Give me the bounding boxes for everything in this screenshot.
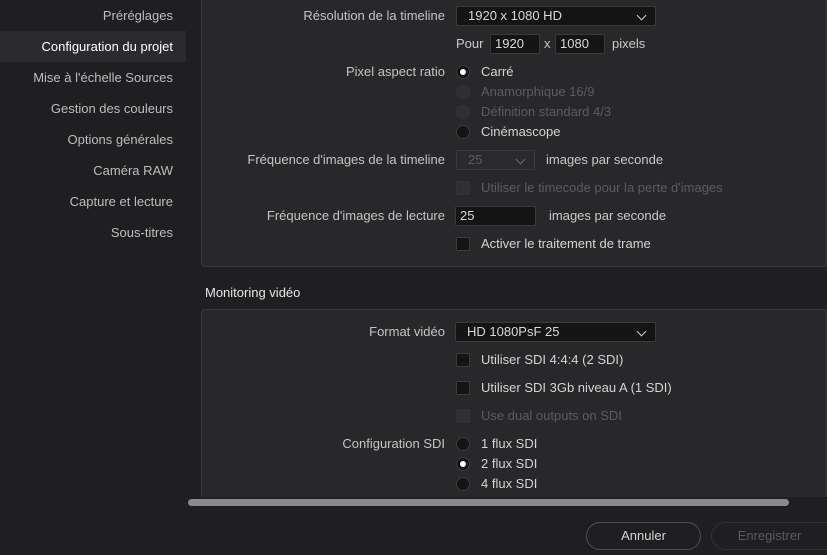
sidebar-item-source-scaling[interactable]: Mise à l'échelle Sources <box>0 62 186 93</box>
sdi-2-stream-radio[interactable] <box>456 457 470 471</box>
par-square-radio[interactable] <box>456 65 470 79</box>
sdi3g-label: Utiliser SDI 3Gb niveau A (1 SDI) <box>481 380 672 395</box>
timeline-fps-label: Fréquence d'images de la timeline <box>247 152 445 167</box>
playback-fps-row: Fréquence d'images de lecture 25 images … <box>202 206 827 226</box>
dual-output-label: Use dual outputs on SDI <box>481 408 622 423</box>
height-input[interactable]: 1080 <box>555 34 605 54</box>
playback-fps-input[interactable]: 25 <box>455 206 536 226</box>
timeline-fps-row: Fréquence d'images de la timeline 25 ima… <box>202 150 827 170</box>
cancel-button[interactable]: Annuler <box>586 522 701 550</box>
timeline-fps-value: 25 <box>468 152 483 167</box>
sdi444-label: Utiliser SDI 4:4:4 (2 SDI) <box>481 352 624 367</box>
par-cinemascope-label: Cinémascope <box>481 124 561 139</box>
sidebar-item-color-management[interactable]: Gestion des couleurs <box>0 93 186 124</box>
video-format-row: Format vidéo HD 1080PsF 25 <box>202 322 826 342</box>
resolution-row: Résolution de la timeline 1920 x 1080 HD <box>202 6 827 26</box>
times-label: x <box>544 36 551 51</box>
par-sd-radio <box>456 105 470 119</box>
chevron-down-icon <box>636 326 647 337</box>
sdi-4-stream-radio[interactable] <box>456 477 470 491</box>
video-format-value: HD 1080PsF 25 <box>467 324 560 339</box>
settings-sidebar: Préréglages Configuration du projet Mise… <box>0 0 186 555</box>
sdi-1-stream-radio[interactable] <box>456 437 470 451</box>
sdi444-checkbox[interactable] <box>456 353 470 367</box>
par-sd-label: Définition standard 4/3 <box>481 104 612 119</box>
timeline-settings-panel: Résolution de la timeline 1920 x 1080 HD… <box>201 0 827 267</box>
interlace-checkbox[interactable] <box>456 237 470 251</box>
horizontal-scrollbar-thumb[interactable] <box>188 499 789 506</box>
custom-resolution-row: Pour 1920 x 1080 pixels <box>202 34 827 54</box>
playback-fps-unit: images par seconde <box>549 208 667 223</box>
video-format-label: Format vidéo <box>369 324 445 339</box>
pixels-label: pixels <box>612 36 646 51</box>
sdi-4-stream-label: 4 flux SDI <box>481 476 538 491</box>
video-monitoring-panel: Format vidéo HD 1080PsF 25 Utiliser SDI … <box>201 309 827 497</box>
timeline-fps-dropdown: 25 <box>456 150 535 170</box>
timeline-fps-unit: images par seconde <box>546 152 664 167</box>
sidebar-item-camera-raw[interactable]: Caméra RAW <box>0 155 186 186</box>
sidebar-item-presets[interactable]: Préréglages <box>0 0 186 31</box>
sdi-1-stream-label: 1 flux SDI <box>481 436 538 451</box>
drop-frame-row: Utiliser le timecode pour la perte d'ima… <box>202 178 827 198</box>
par-row-0: Pixel aspect ratio Carré <box>202 62 827 82</box>
sidebar-item-general-options[interactable]: Options générales <box>0 124 186 155</box>
sdi3g-checkbox[interactable] <box>456 381 470 395</box>
par-anamorphic-radio <box>456 85 470 99</box>
sdi-config-row-0: Configuration SDI 1 flux SDI <box>202 434 826 454</box>
par-anamorphic-label: Anamorphique 16/9 <box>481 84 595 99</box>
sdi3g-row: Utiliser SDI 3Gb niveau A (1 SDI) <box>202 378 826 398</box>
par-row-3: Cinémascope <box>202 122 827 142</box>
chevron-down-icon <box>636 10 647 21</box>
save-button[interactable]: Enregistrer <box>711 522 827 550</box>
video-monitoring-section-title: Monitoring vidéo <box>205 285 301 300</box>
sdi-config-row-1: 2 flux SDI <box>202 454 826 474</box>
sdi-2-stream-label: 2 flux SDI <box>481 456 538 471</box>
sidebar-item-project-config[interactable]: Configuration du projet <box>0 31 186 62</box>
par-row-1: Anamorphique 16/9 <box>202 82 827 102</box>
width-input[interactable]: 1920 <box>490 34 540 54</box>
par-cinemascope-radio[interactable] <box>456 125 470 139</box>
pixel-aspect-ratio-label: Pixel aspect ratio <box>346 64 445 79</box>
drop-frame-label: Utiliser le timecode pour la perte d'ima… <box>481 180 723 195</box>
sdi-config-label: Configuration SDI <box>342 436 445 451</box>
playback-fps-label: Fréquence d'images de lecture <box>266 208 445 223</box>
resolution-label: Résolution de la timeline <box>303 8 445 23</box>
dual-output-row: Use dual outputs on SDI <box>202 406 826 426</box>
par-row-2: Définition standard 4/3 <box>202 102 827 122</box>
sidebar-item-subtitles[interactable]: Sous-titres <box>0 217 186 248</box>
video-format-dropdown[interactable]: HD 1080PsF 25 <box>455 322 656 342</box>
interlace-label: Activer le traitement de trame <box>481 236 651 251</box>
sdi-config-row-2: 4 flux SDI <box>202 474 826 494</box>
chevron-down-icon <box>515 154 526 165</box>
interlace-row: Activer le traitement de trame <box>202 234 827 254</box>
drop-frame-checkbox <box>456 181 470 195</box>
sdi444-row: Utiliser SDI 4:4:4 (2 SDI) <box>202 350 826 370</box>
resolution-dropdown[interactable]: 1920 x 1080 HD <box>456 6 656 26</box>
par-square-label: Carré <box>481 64 514 79</box>
sidebar-item-capture-playback[interactable]: Capture et lecture <box>0 186 186 217</box>
dual-output-checkbox <box>456 409 470 423</box>
sidebar-list: Préréglages Configuration du projet Mise… <box>0 0 186 248</box>
resolution-value: 1920 x 1080 HD <box>468 8 562 23</box>
for-label: Pour <box>456 36 484 51</box>
